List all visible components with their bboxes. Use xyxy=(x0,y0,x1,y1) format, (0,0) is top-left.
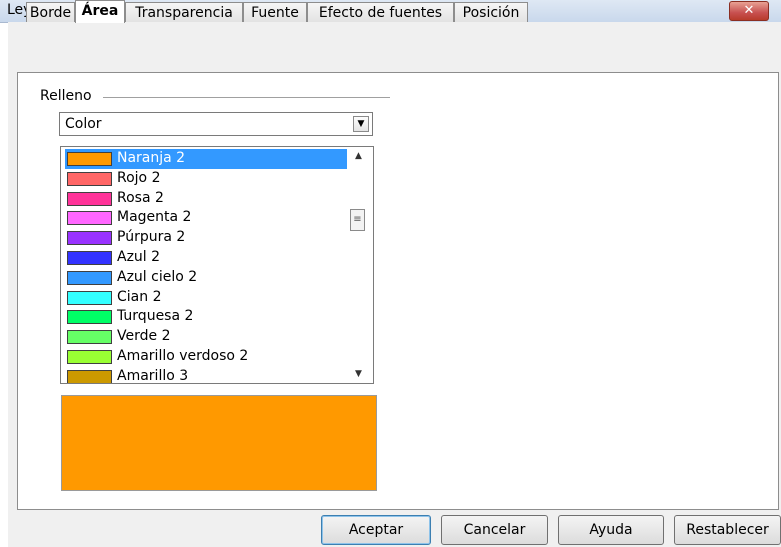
color-name: Turquesa 2 xyxy=(117,308,194,325)
group-divider xyxy=(103,97,390,98)
color-list-item[interactable]: Magenta 2 xyxy=(65,208,347,228)
color-swatch xyxy=(67,270,112,285)
color-name: Amarillo 3 xyxy=(117,367,189,384)
color-name: Amarillo verdoso 2 xyxy=(117,348,249,364)
color-name: Azul 2 xyxy=(117,249,161,265)
color-name: Azul cielo 2 xyxy=(117,268,198,285)
color-swatch xyxy=(67,231,112,246)
reset-button[interactable]: Restablecer xyxy=(674,515,781,545)
color-swatch xyxy=(67,191,112,206)
color-swatch xyxy=(67,330,112,345)
tab-borde[interactable]: Borde xyxy=(26,2,75,22)
help-button[interactable]: Ayuda xyxy=(558,515,664,545)
color-swatch xyxy=(67,350,112,364)
fill-type-value: Color xyxy=(65,116,102,132)
scroll-down-icon[interactable]: ▼ xyxy=(355,369,362,379)
color-list-item[interactable]: Amarillo 3 xyxy=(65,367,347,384)
fill-group-label: Relleno xyxy=(40,88,92,104)
color-list-item[interactable]: Rosa 2 xyxy=(65,189,347,209)
color-name: Rosa 2 xyxy=(117,189,164,206)
color-preview xyxy=(61,395,377,491)
color-name: Verde 2 xyxy=(117,328,171,345)
color-name: Magenta 2 xyxy=(117,209,192,226)
close-button[interactable]: ✕ xyxy=(729,1,769,21)
tab-efecto-de-fuentes[interactable]: Efecto de fuentes xyxy=(307,2,454,22)
color-name: Púrpura 2 xyxy=(117,229,186,246)
color-list-scrollbar[interactable]: ▲ ≡ ▼ xyxy=(347,147,373,383)
scroll-up-icon[interactable]: ▲ xyxy=(355,151,362,161)
tab-fuente[interactable]: Fuente xyxy=(243,2,307,22)
color-name: Cian 2 xyxy=(117,288,162,305)
color-swatch xyxy=(67,152,112,166)
color-list-item[interactable]: Azul cielo 2 xyxy=(65,268,347,288)
tab-posicion[interactable]: Posición xyxy=(454,2,528,22)
color-list-item[interactable]: Naranja 2 xyxy=(65,149,347,169)
tab-area[interactable]: Área xyxy=(75,0,125,23)
color-list-item[interactable]: Turquesa 2 xyxy=(65,307,347,327)
color-list-item[interactable]: Verde 2 xyxy=(65,327,347,347)
color-swatch xyxy=(67,171,112,186)
ok-button[interactable]: Aceptar xyxy=(321,515,431,545)
color-swatch xyxy=(67,310,112,325)
color-swatch xyxy=(67,251,112,265)
color-list-item[interactable]: Amarillo verdoso 2 xyxy=(65,347,347,367)
color-name: Rojo 2 xyxy=(117,169,161,186)
color-name: Naranja 2 xyxy=(117,150,186,166)
color-list-item[interactable]: Púrpura 2 xyxy=(65,228,347,248)
color-list-item[interactable]: Rojo 2 xyxy=(65,169,347,189)
color-swatch xyxy=(67,369,112,383)
color-swatch xyxy=(67,211,112,226)
color-list-item[interactable]: Azul 2 xyxy=(65,248,347,268)
tab-transparencia[interactable]: Transparencia xyxy=(125,2,243,22)
color-list[interactable]: Amarillo 3 Amarillo verdoso 2 Verde 2 Turqu… xyxy=(60,146,374,384)
scroll-thumb[interactable]: ≡ xyxy=(350,209,365,231)
cancel-button[interactable]: Cancelar xyxy=(441,515,548,545)
color-swatch xyxy=(67,290,112,305)
chevron-down-icon[interactable]: ▼ xyxy=(353,116,369,132)
color-list-item[interactable]: Cian 2 xyxy=(65,288,347,308)
fill-type-select[interactable]: Color ▼ xyxy=(59,112,373,136)
